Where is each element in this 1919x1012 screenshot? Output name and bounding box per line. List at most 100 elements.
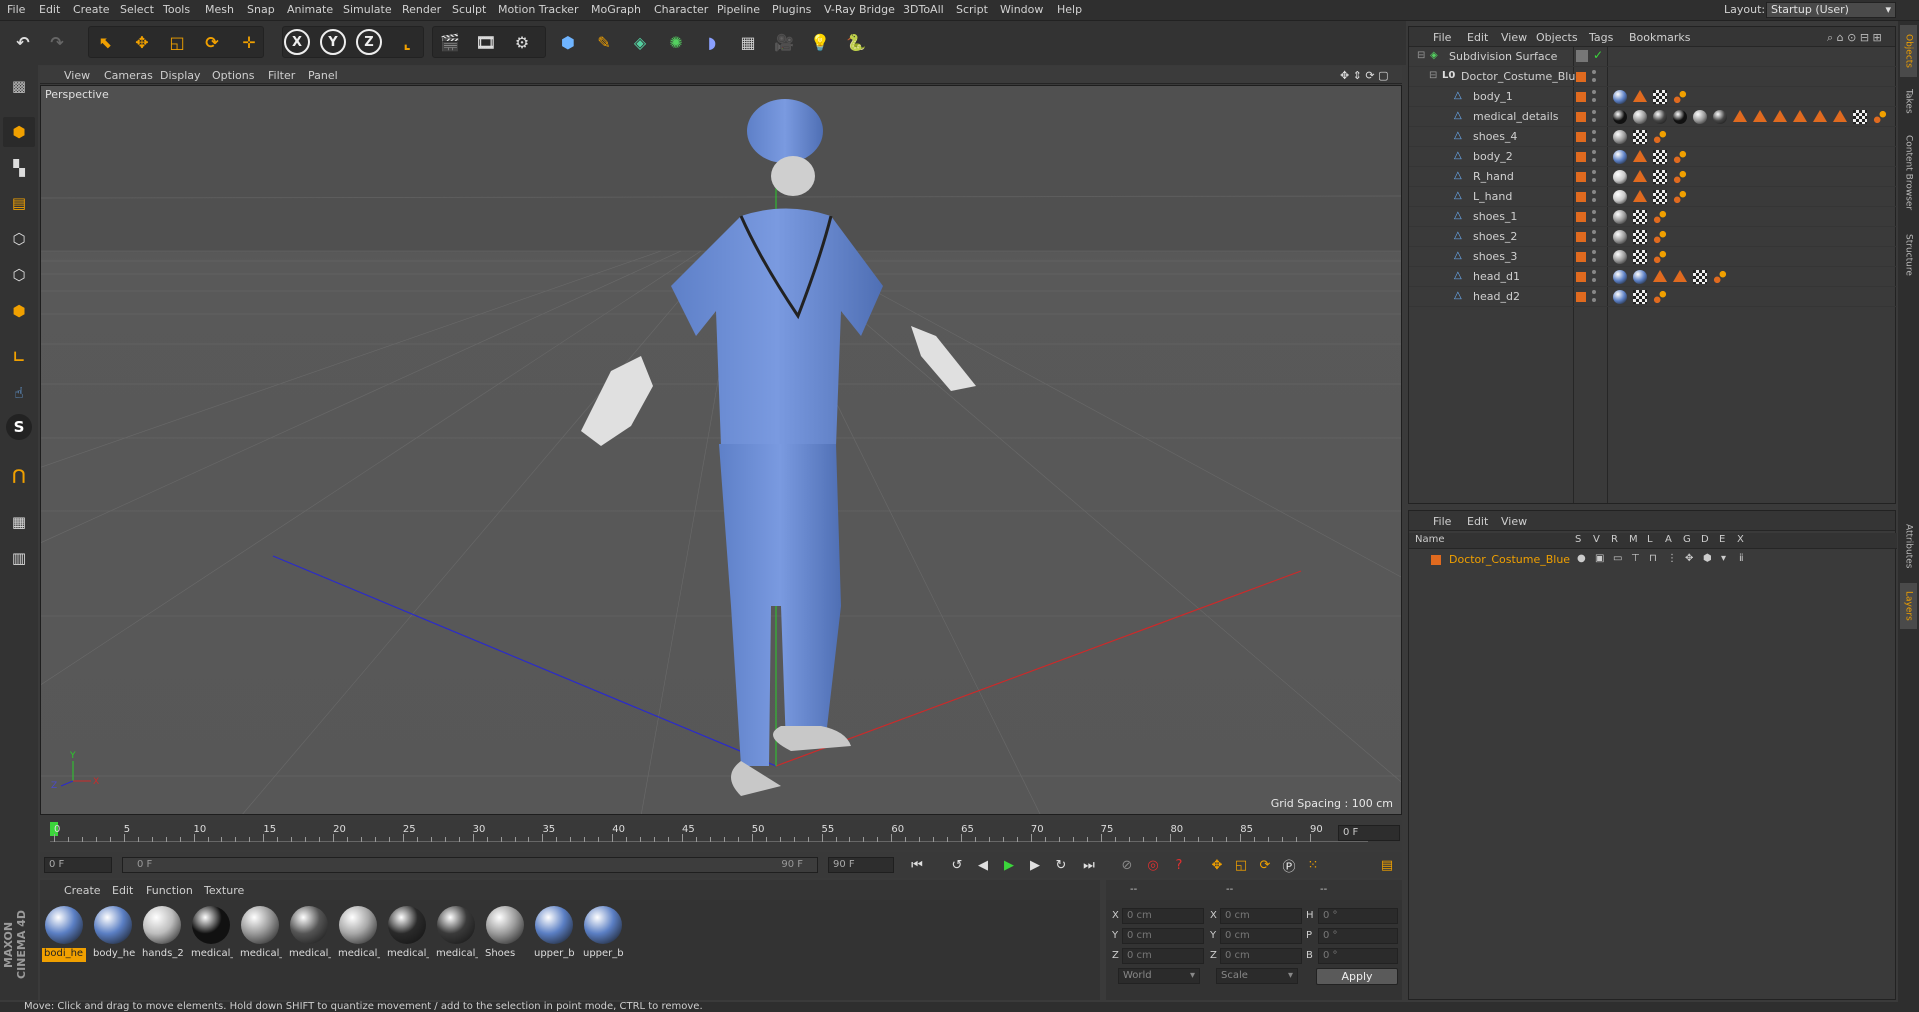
- layer-color-icon[interactable]: [1576, 252, 1586, 262]
- render-visibility-dot[interactable]: [1592, 118, 1596, 122]
- key-rotation-icon[interactable]: ⟳: [1254, 855, 1276, 875]
- layer-menu-view[interactable]: View: [1501, 515, 1527, 528]
- selection-tag-icon[interactable]: [1753, 110, 1767, 122]
- layer-color-icon[interactable]: [1576, 212, 1586, 222]
- layer-color-icon[interactable]: [1576, 152, 1586, 162]
- menu-motion-tracker[interactable]: Motion Tracker: [498, 3, 578, 16]
- uvw-tag-icon[interactable]: [1633, 230, 1647, 244]
- rotate-icon[interactable]: ⟳: [197, 27, 227, 57]
- object-name[interactable]: shoes_2: [1473, 230, 1517, 243]
- xref-icon[interactable]: ⅱ: [1739, 553, 1744, 564]
- material-tag-icon[interactable]: [1613, 210, 1627, 224]
- layer-row[interactable]: Doctor_Costume_Blue ● ▣ ▭ ⊤ ⊓ ⋮ ✥ ⬢ ▾ ⅱ: [1409, 551, 1897, 569]
- render-icon[interactable]: ▭: [1613, 553, 1622, 564]
- key-position-icon[interactable]: ✥: [1206, 855, 1228, 875]
- object-row[interactable]: △ shoes_1: [1409, 207, 1897, 227]
- uvw-tag-icon[interactable]: [1653, 190, 1667, 204]
- locked-workplane-icon[interactable]: ▦: [3, 507, 35, 537]
- previous-key-icon[interactable]: ↺: [946, 855, 968, 875]
- mograph-icon[interactable]: ✺: [661, 27, 691, 57]
- layer-column-v[interactable]: V: [1593, 534, 1600, 545]
- menu-script[interactable]: Script: [956, 3, 988, 16]
- apply-button[interactable]: Apply: [1316, 968, 1398, 985]
- render-visibility-dot[interactable]: [1592, 198, 1596, 202]
- next-frame-icon[interactable]: ▶: [1024, 855, 1046, 875]
- redo-icon[interactable]: ↷: [42, 27, 72, 57]
- render-visibility-dot[interactable]: [1592, 258, 1596, 262]
- uvw-tag-icon[interactable]: [1653, 90, 1667, 104]
- menu-snap[interactable]: Snap: [247, 3, 275, 16]
- autokey-icon[interactable]: ◎: [1142, 855, 1164, 875]
- solo-icon[interactable]: S: [6, 414, 32, 440]
- play-icon[interactable]: ▶: [998, 855, 1020, 875]
- position-field[interactable]: 0 cm: [1122, 948, 1204, 964]
- phong-tag-icon[interactable]: [1653, 210, 1667, 224]
- scale-icon[interactable]: ◱: [162, 27, 192, 57]
- material-tag-icon[interactable]: [1693, 110, 1707, 124]
- object-row[interactable]: △ medical_details: [1409, 107, 1897, 127]
- uvw-tag-icon[interactable]: [1633, 250, 1647, 264]
- material-tag-icon[interactable]: [1613, 230, 1627, 244]
- phong-tag-icon[interactable]: [1873, 110, 1887, 124]
- perspective-viewport[interactable]: Y X Z Perspective Grid Spacing : 100 cm: [40, 85, 1402, 815]
- editor-visibility-dot[interactable]: [1592, 130, 1596, 134]
- object-name[interactable]: R_hand: [1473, 170, 1514, 183]
- deformer-icon[interactable]: ◗: [697, 27, 727, 57]
- object-name[interactable]: body_2: [1473, 150, 1513, 163]
- layer-column-m[interactable]: M: [1629, 534, 1638, 545]
- object-menu-view[interactable]: View: [1501, 31, 1527, 44]
- material-swatch[interactable]: upper_b: [532, 904, 576, 966]
- make-editable-icon[interactable]: ▩: [3, 71, 35, 101]
- material-menu-texture[interactable]: Texture: [204, 884, 244, 897]
- keyframe-selection-icon[interactable]: ?: [1168, 855, 1190, 875]
- lock-icon[interactable]: ⊓: [1649, 553, 1657, 564]
- object-name[interactable]: L_hand: [1473, 190, 1512, 203]
- workplane-icon[interactable]: ▤: [3, 188, 35, 218]
- material-tag-icon[interactable]: [1633, 270, 1647, 284]
- material-swatch[interactable]: bodi_he: [42, 904, 86, 966]
- render-visibility-dot[interactable]: [1592, 78, 1596, 82]
- selection-tag-icon[interactable]: [1633, 170, 1647, 182]
- position-field[interactable]: 0 cm: [1122, 908, 1204, 924]
- material-swatch[interactable]: Shoes: [483, 904, 527, 966]
- menu-window[interactable]: Window: [1000, 3, 1043, 16]
- layer-column-d[interactable]: D: [1701, 534, 1709, 545]
- object-row[interactable]: △ shoes_2: [1409, 227, 1897, 247]
- editor-visibility-dot[interactable]: [1592, 90, 1596, 94]
- material-swatch[interactable]: medical_: [189, 904, 233, 966]
- phong-tag-icon[interactable]: [1653, 230, 1667, 244]
- enabled-check-icon[interactable]: ✓: [1593, 48, 1603, 62]
- render-visibility-dot[interactable]: [1592, 298, 1596, 302]
- viewport-menu-options[interactable]: Options: [212, 69, 254, 82]
- material-tag-icon[interactable]: [1613, 90, 1627, 104]
- object-menu-objects[interactable]: Objects: [1536, 31, 1578, 44]
- material-tag-icon[interactable]: [1613, 150, 1627, 164]
- tab-content-browser[interactable]: Content Browser: [1900, 125, 1917, 221]
- object-menu-edit[interactable]: Edit: [1467, 31, 1488, 44]
- tab-structure[interactable]: Structure: [1900, 225, 1917, 285]
- menu-mograph[interactable]: MoGraph: [591, 3, 641, 16]
- menu-sculpt[interactable]: Sculpt: [452, 3, 486, 16]
- render-visibility-dot[interactable]: [1592, 238, 1596, 242]
- object-name[interactable]: body_1: [1473, 90, 1513, 103]
- material-menu-edit[interactable]: Edit: [112, 884, 133, 897]
- tab-attributes[interactable]: Attributes: [1900, 513, 1917, 579]
- object-row[interactable]: ⊟ L0 Doctor_Costume_Blue: [1409, 67, 1897, 87]
- object-name[interactable]: shoes_4: [1473, 130, 1517, 143]
- selection-tag-icon[interactable]: [1633, 150, 1647, 162]
- object-row[interactable]: △ L_hand: [1409, 187, 1897, 207]
- editor-visibility-dot[interactable]: [1592, 170, 1596, 174]
- material-tag-icon[interactable]: [1613, 270, 1627, 284]
- material-menu-create[interactable]: Create: [64, 884, 101, 897]
- material-tag-icon[interactable]: [1713, 110, 1727, 124]
- x-axis-icon[interactable]: X: [284, 29, 310, 55]
- selection-tag-icon[interactable]: [1773, 110, 1787, 122]
- render-view-icon[interactable]: 🎬: [435, 27, 465, 57]
- render-settings-icon[interactable]: ⚙: [507, 27, 537, 57]
- expand-toggle-icon[interactable]: ⊟: [1429, 70, 1437, 81]
- material-tag-icon[interactable]: [1673, 110, 1687, 124]
- object-name[interactable]: medical_details: [1473, 110, 1559, 123]
- material-swatch[interactable]: body_he: [91, 904, 135, 966]
- object-row[interactable]: △ shoes_3: [1409, 247, 1897, 267]
- editor-visibility-dot[interactable]: [1592, 270, 1596, 274]
